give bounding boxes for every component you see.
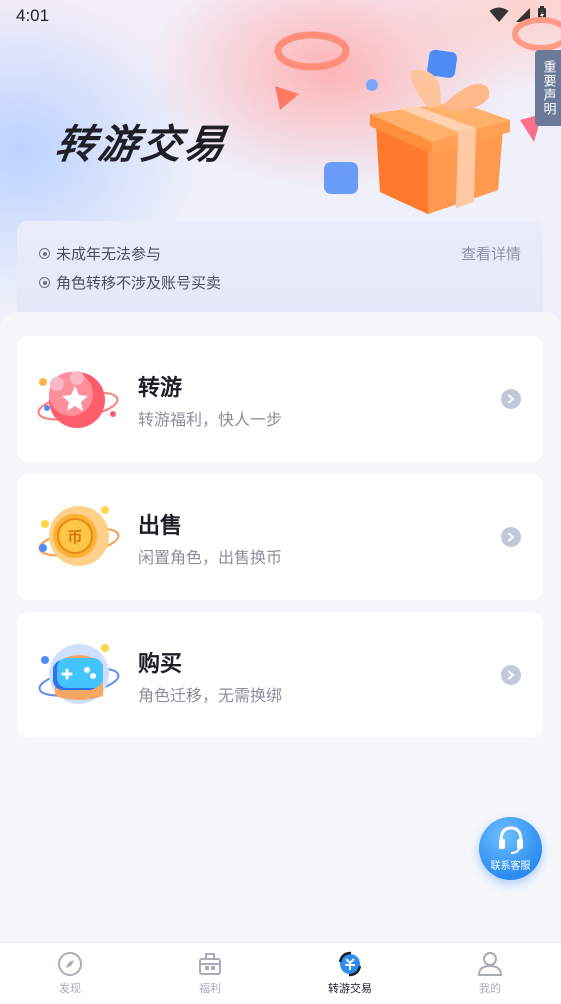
tab-label: 转游交易 bbox=[328, 982, 372, 995]
card-subtitle: 转游福利，快人一步 bbox=[138, 410, 283, 429]
gift-box-illustration bbox=[370, 69, 510, 214]
important-notice-tab[interactable]: 重要声明 bbox=[535, 50, 561, 126]
headset-icon bbox=[499, 826, 523, 854]
tab-transfer-trade[interactable]: 转游交易 bbox=[280, 943, 420, 1004]
ring-decoration bbox=[274, 31, 350, 71]
sell-card[interactable]: 币 出售 闲置角色，出售换币 bbox=[17, 474, 543, 600]
gift-box-icon bbox=[199, 953, 221, 975]
ring-decoration-right bbox=[512, 17, 561, 51]
tab-discover[interactable]: 发现 bbox=[0, 943, 140, 1004]
bullet-icon bbox=[39, 248, 50, 259]
card-subtitle: 闲置角色，出售换币 bbox=[138, 548, 283, 567]
card-title: 购买 bbox=[138, 652, 183, 677]
tips-panel: 未成年无法参与 角色转移不涉及账号买卖 查看详情 bbox=[17, 221, 543, 321]
status-time: 4:01 bbox=[16, 6, 50, 25]
chevron-right-icon bbox=[501, 527, 521, 547]
coin-planet-icon: 币 bbox=[38, 506, 120, 566]
card-subtitle: 角色迁移，无需换绑 bbox=[138, 686, 283, 705]
tab-benefits[interactable]: 福利 bbox=[140, 943, 280, 1004]
compass-icon bbox=[58, 952, 82, 976]
customer-service-button[interactable]: 联系客服 bbox=[479, 817, 542, 880]
tip-item: 角色转移不涉及账号买卖 bbox=[39, 272, 221, 293]
card-title: 出售 bbox=[138, 514, 183, 539]
gamepad-planet-icon bbox=[38, 644, 120, 704]
exchange-icon bbox=[338, 951, 362, 977]
tab-mine[interactable]: 我的 bbox=[420, 943, 560, 1004]
bullet-icon bbox=[39, 277, 50, 288]
tip-item: 未成年无法参与 bbox=[39, 243, 161, 264]
transfer-card[interactable]: 转游 转游福利，快人一步 bbox=[17, 336, 543, 462]
main-panel: 转游 转游福利，快人一步 币 出售 闲置角色，出售换币 购买 角色迁移，无需换绑 bbox=[0, 312, 561, 952]
card-title: 转游 bbox=[138, 376, 183, 401]
bottom-tab-bar: 发现 福利 转游交易 我的 bbox=[0, 942, 561, 1004]
svg-text:币: 币 bbox=[67, 528, 82, 546]
tip-text: 未成年无法参与 bbox=[56, 245, 162, 263]
tip-text: 角色转移不涉及账号买卖 bbox=[56, 274, 222, 292]
tab-label: 我的 bbox=[479, 982, 501, 995]
view-details-link[interactable]: 查看详情 bbox=[461, 243, 521, 264]
buy-card[interactable]: 购买 角色迁移，无需换绑 bbox=[17, 612, 543, 738]
star-planet-icon bbox=[37, 371, 119, 428]
chevron-right-icon bbox=[501, 665, 521, 685]
page-title: 转游交易 bbox=[52, 122, 231, 168]
cone-decoration bbox=[275, 86, 299, 110]
customer-service-label: 联系客服 bbox=[490, 861, 531, 872]
tab-label: 福利 bbox=[199, 982, 221, 995]
tab-label: 发现 bbox=[59, 982, 81, 995]
user-icon bbox=[477, 952, 503, 976]
chevron-right-icon bbox=[501, 389, 521, 409]
